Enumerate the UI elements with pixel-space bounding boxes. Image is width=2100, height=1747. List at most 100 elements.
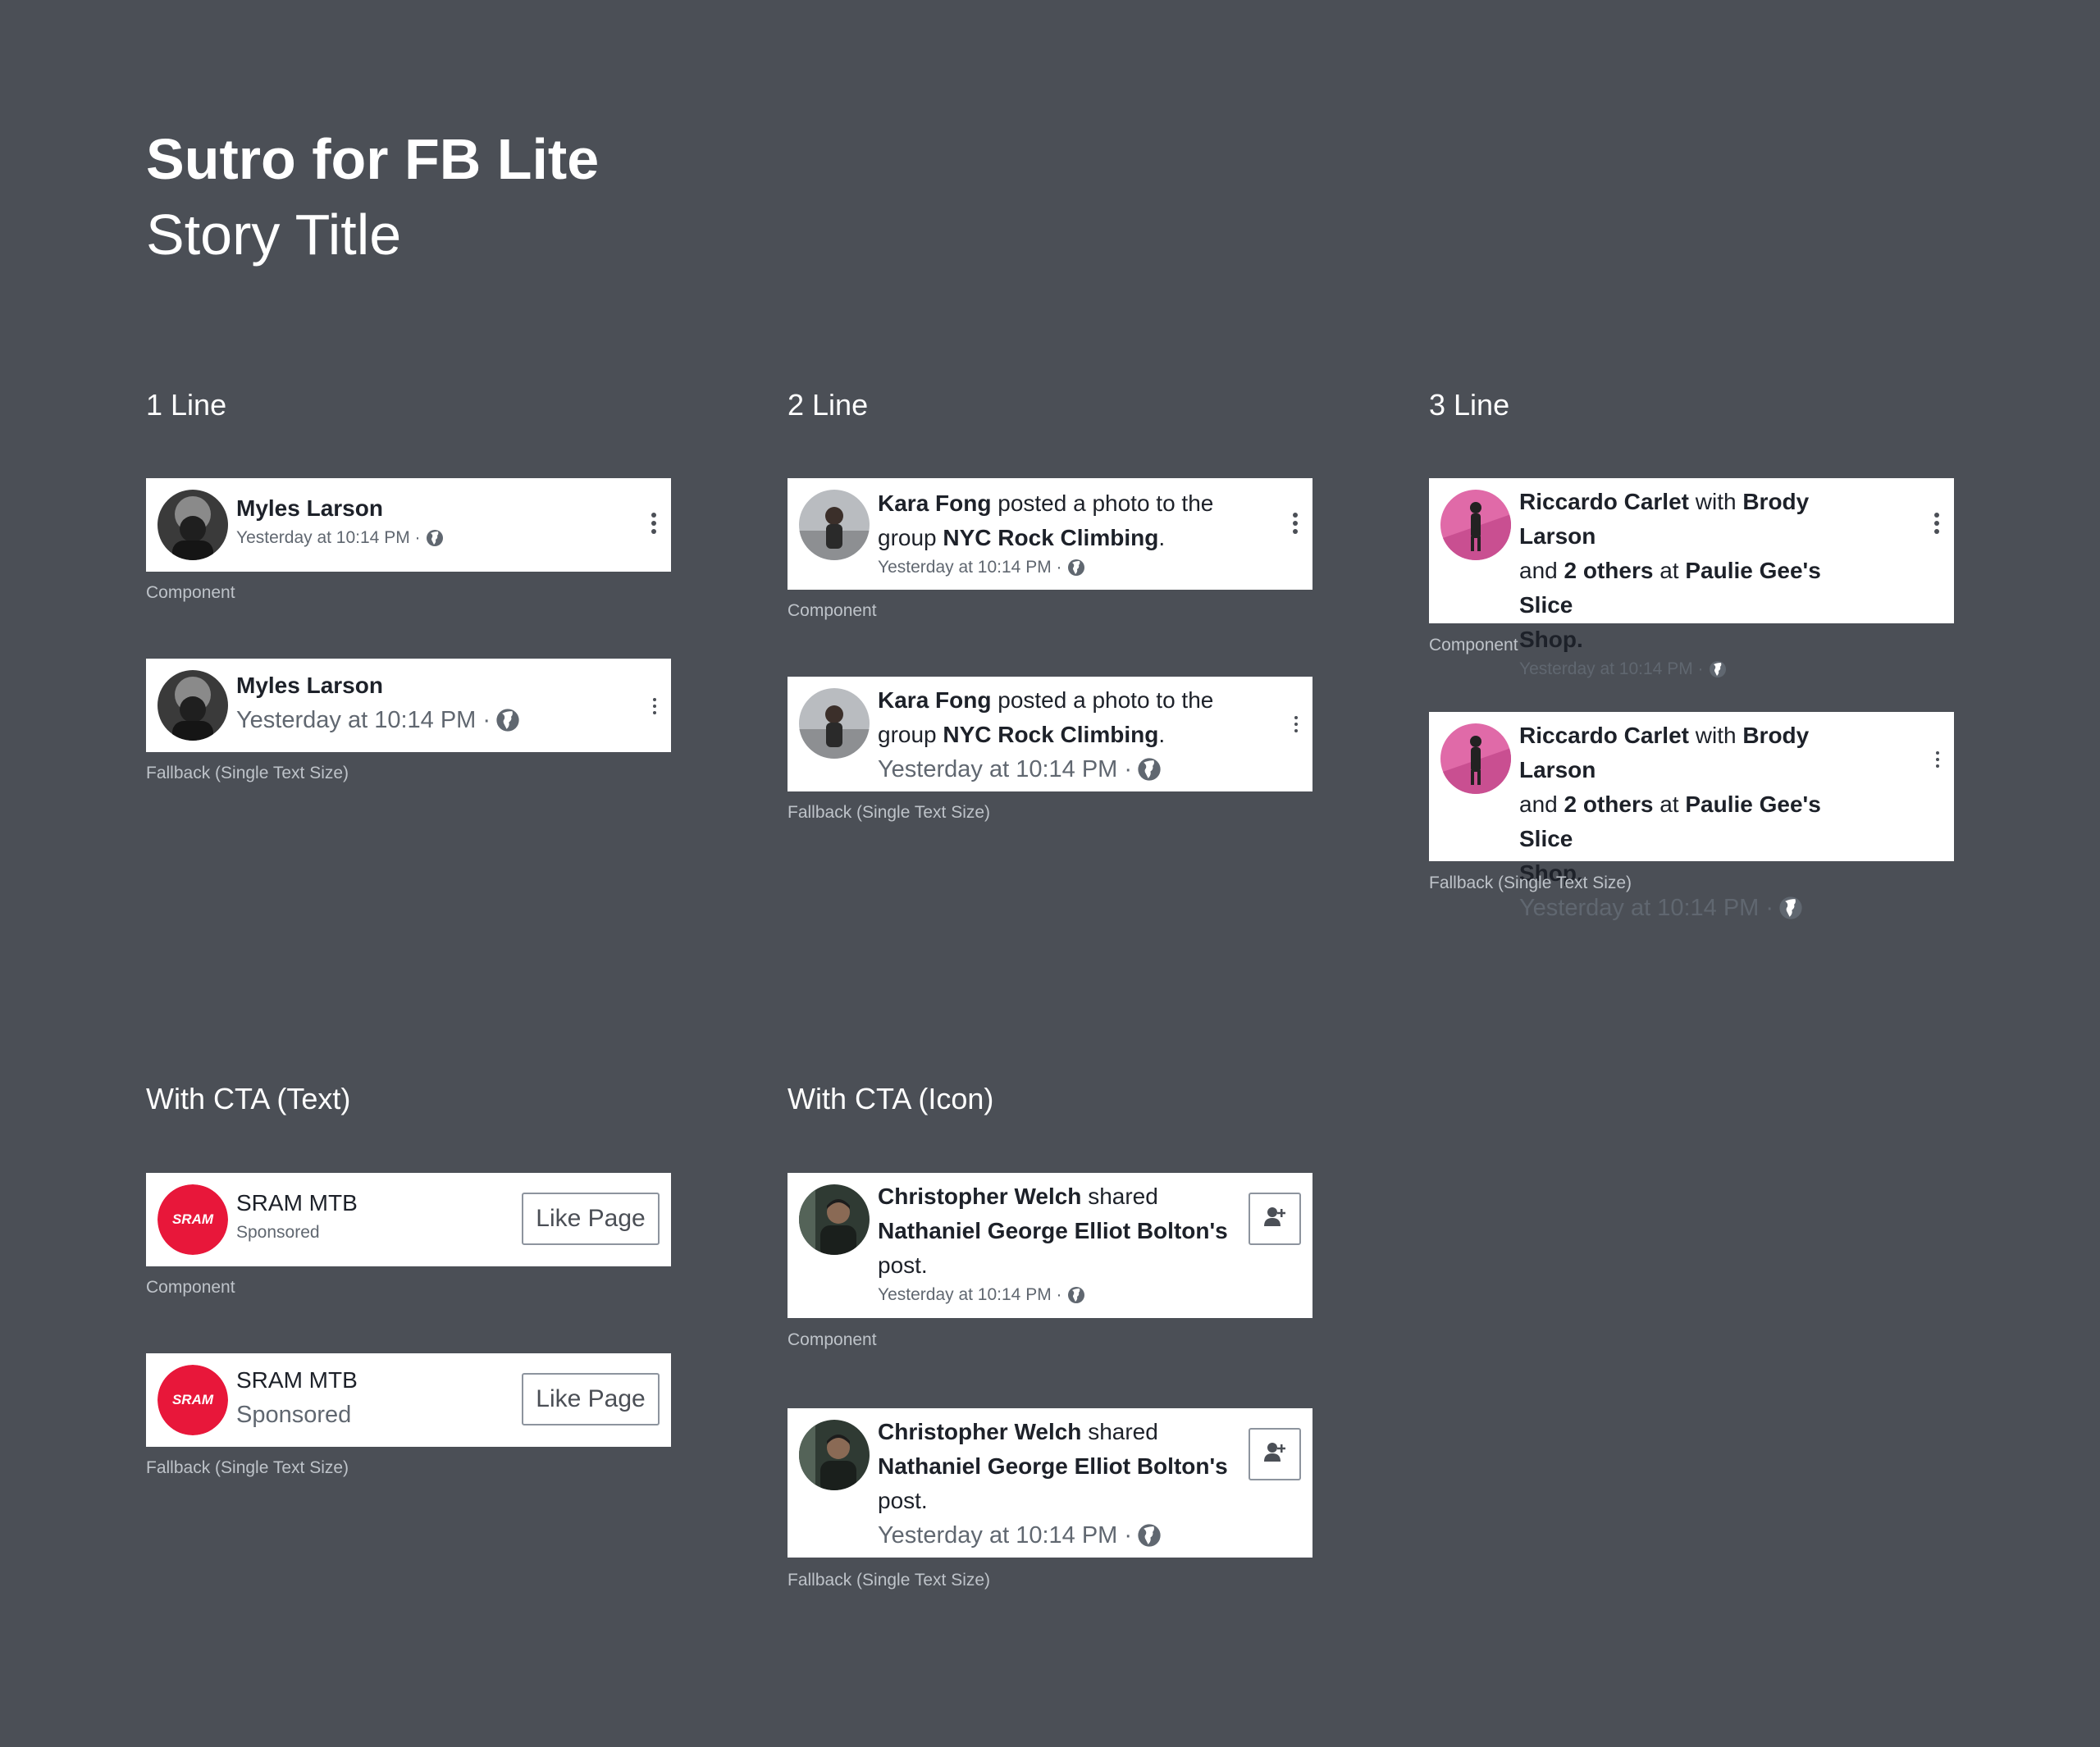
more-options-icon[interactable]	[1294, 714, 1298, 734]
sram-logo-text: SRAM	[171, 1211, 214, 1227]
more-options-icon[interactable]	[1936, 750, 1939, 769]
group-prefix: group	[878, 525, 937, 550]
add-friend-icon	[1262, 1440, 1287, 1469]
story-verb: posted a photo to the	[998, 490, 1214, 516]
story-meta: Yesterday at 10:14 PM ·	[878, 555, 1239, 580]
avatar[interactable]	[158, 670, 228, 741]
caption-fallback: Fallback (Single Text Size)	[146, 764, 349, 782]
avatar[interactable]	[1440, 723, 1511, 794]
meta-separator: ·	[1765, 895, 1774, 921]
and-word: and	[1519, 558, 1558, 583]
page-header: Sutro for FB Lite Story Title	[146, 121, 599, 272]
caption-fallback: Fallback (Single Text Size)	[1429, 874, 1632, 892]
and-word: and	[1519, 791, 1558, 817]
section-heading-3-line: 3 Line	[1429, 388, 1510, 422]
meta-separator: ·	[414, 528, 421, 547]
story-header-card: SRAM SRAM MTB Sponsored Like Page	[146, 1173, 671, 1266]
timestamp[interactable]: Yesterday at 10:14 PM	[236, 703, 476, 737]
story-header-card-fallback: Christopher Welch shared Nathaniel Georg…	[788, 1408, 1312, 1558]
add-friend-button[interactable]	[1249, 1428, 1301, 1480]
group-prefix: group	[878, 722, 937, 747]
story-header-card: Kara Fong posted a photo to the group NY…	[788, 478, 1312, 590]
with-word: with	[1695, 723, 1737, 748]
group-name[interactable]: NYC Rock Climbing	[943, 722, 1158, 747]
story-header-card-fallback: Myles Larson Yesterday at 10:14 PM ·	[146, 659, 671, 752]
sponsored-label[interactable]: Sponsored	[236, 1220, 320, 1245]
add-friend-button[interactable]	[1249, 1193, 1301, 1245]
story-header-card: Christopher Welch shared Nathaniel Georg…	[788, 1173, 1312, 1318]
caption-component: Component	[146, 1278, 235, 1297]
timestamp[interactable]: Yesterday at 10:14 PM	[878, 1518, 1117, 1553]
avatar[interactable]	[158, 490, 228, 560]
meta-separator: ·	[1056, 558, 1062, 577]
story-header-card: Myles Larson Yesterday at 10:14 PM ·	[146, 478, 671, 572]
actor-name[interactable]: Kara Fong	[878, 687, 991, 713]
more-options-icon[interactable]	[653, 696, 656, 716]
caption-fallback: Fallback (Single Text Size)	[788, 803, 991, 822]
section-heading-1-line: 1 Line	[146, 388, 227, 422]
avatar[interactable]	[1440, 490, 1511, 560]
avatar[interactable]	[799, 688, 870, 759]
actor-name[interactable]: Christopher Welch	[878, 1419, 1081, 1444]
sponsored-label[interactable]: Sponsored	[236, 1398, 351, 1432]
avatar[interactable]	[799, 490, 870, 560]
timestamp[interactable]: Yesterday at 10:14 PM	[236, 526, 410, 550]
actor-name[interactable]: Riccardo Carlet	[1519, 723, 1689, 748]
globe-icon	[426, 529, 444, 547]
story-header-card: Riccardo Carlet with Brody Larson and 2 …	[1429, 478, 1954, 678]
story-meta: Yesterday at 10:14 PM ·	[236, 703, 597, 737]
with-word: with	[1695, 489, 1737, 514]
story-meta: Yesterday at 10:14 PM ·	[236, 526, 597, 550]
meta-separator: ·	[482, 707, 491, 733]
post-link[interactable]: post.	[878, 1252, 928, 1278]
meta-separator: ·	[1124, 1522, 1133, 1549]
target-name[interactable]: Nathaniel George Elliot Bolton's	[878, 1453, 1228, 1479]
place-name-cont[interactable]: Shop.	[1519, 627, 1583, 652]
group-name[interactable]: NYC Rock Climbing	[943, 525, 1158, 550]
avatar[interactable]	[799, 1420, 870, 1490]
like-page-button[interactable]: Like Page	[522, 1373, 660, 1425]
story-verb: posted a photo to the	[998, 687, 1214, 713]
story-verb: shared	[1088, 1184, 1158, 1209]
caption-component: Component	[146, 583, 235, 602]
actor-name[interactable]: Myles Larson	[236, 673, 383, 698]
target-name[interactable]: Nathaniel George Elliot Bolton's	[878, 1218, 1228, 1243]
story-header-card-fallback: Kara Fong posted a photo to the group NY…	[788, 677, 1312, 791]
timestamp[interactable]: Yesterday at 10:14 PM	[1519, 891, 1759, 925]
like-page-button[interactable]: Like Page	[522, 1193, 660, 1245]
page-title: Sutro for FB Lite	[146, 127, 600, 191]
post-link[interactable]: post.	[878, 1488, 928, 1513]
globe-icon	[495, 708, 520, 732]
section-heading-cta-text: With CTA (Text)	[146, 1082, 351, 1115]
period: .	[1158, 722, 1166, 747]
globe-icon	[1137, 757, 1162, 782]
caption-component: Component	[788, 1330, 877, 1349]
meta-separator: ·	[1697, 659, 1704, 678]
actor-name[interactable]: Kara Fong	[878, 490, 991, 516]
avatar[interactable]	[799, 1184, 870, 1255]
period: .	[1158, 525, 1166, 550]
page-name[interactable]: SRAM MTB	[236, 1367, 358, 1393]
globe-icon	[1067, 559, 1085, 577]
story-meta: Yesterday at 10:14 PM ·	[1519, 891, 1880, 925]
actor-name[interactable]: Myles Larson	[236, 495, 383, 521]
page-name[interactable]: SRAM MTB	[236, 1190, 358, 1216]
timestamp[interactable]: Yesterday at 10:14 PM	[878, 1283, 1052, 1307]
section-heading-2-line: 2 Line	[788, 388, 869, 422]
others-link[interactable]: 2 others	[1564, 558, 1654, 583]
story-meta: Yesterday at 10:14 PM ·	[878, 752, 1239, 787]
globe-icon	[1137, 1523, 1162, 1548]
others-link[interactable]: 2 others	[1564, 791, 1654, 817]
timestamp[interactable]: Yesterday at 10:14 PM	[878, 555, 1052, 580]
actor-name[interactable]: Riccardo Carlet	[1519, 489, 1689, 514]
timestamp[interactable]: Yesterday at 10:14 PM	[1519, 657, 1693, 682]
story-header-card-fallback: SRAM SRAM MTB Sponsored Like Page	[146, 1353, 671, 1447]
more-options-icon[interactable]	[651, 511, 656, 536]
story-verb: shared	[1088, 1419, 1158, 1444]
more-options-icon[interactable]	[1293, 511, 1298, 536]
timestamp[interactable]: Yesterday at 10:14 PM	[878, 752, 1117, 787]
caption-fallback: Fallback (Single Text Size)	[146, 1458, 349, 1477]
actor-name[interactable]: Christopher Welch	[878, 1184, 1081, 1209]
more-options-icon[interactable]	[1934, 511, 1939, 536]
at-word: at	[1659, 558, 1679, 583]
